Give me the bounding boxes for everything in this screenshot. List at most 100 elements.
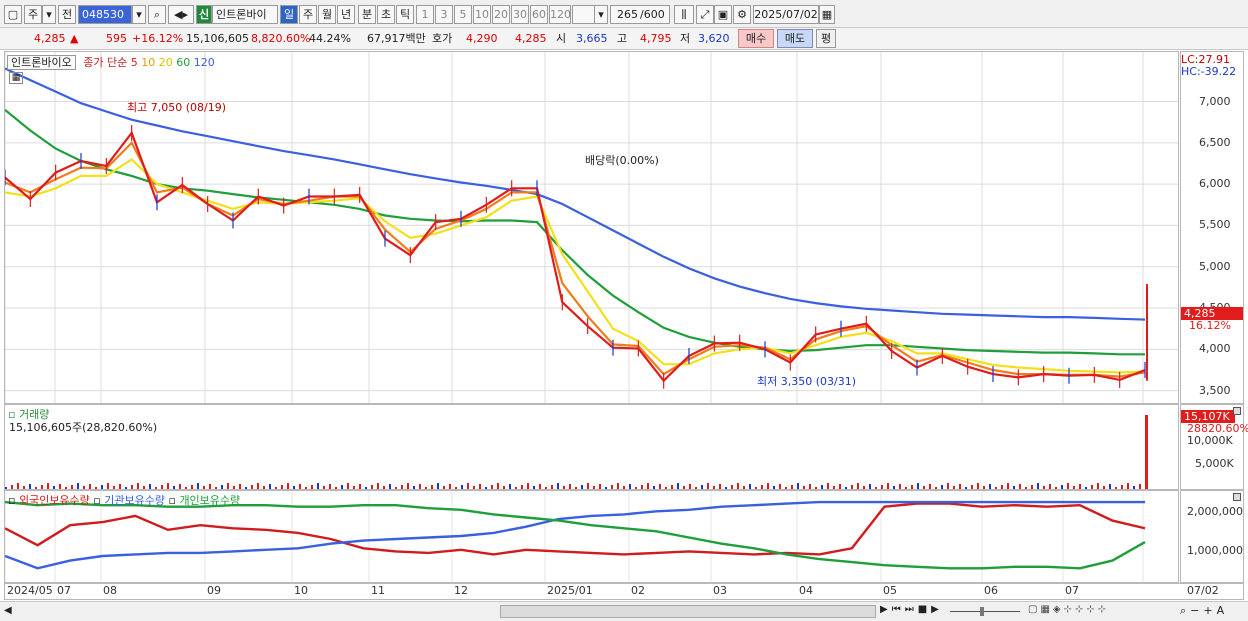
- eval-button[interactable]: 평: [816, 29, 836, 48]
- period-week[interactable]: 주: [299, 5, 317, 24]
- close-icon[interactable]: [1233, 493, 1241, 501]
- layout-icon[interactable]: ▢: [4, 5, 22, 24]
- volume-bar: [545, 487, 547, 489]
- volume-bar: [791, 485, 793, 489]
- legend-institution[interactable]: 기관보유수량: [104, 494, 165, 507]
- volume-bar: [611, 485, 613, 489]
- sell-button[interactable]: 매도: [777, 29, 813, 48]
- period-minute[interactable]: 분: [358, 5, 376, 24]
- tick-5[interactable]: 5: [454, 5, 472, 24]
- volume-bar: [455, 487, 457, 489]
- price-tick-label: 3,500: [1199, 383, 1231, 397]
- zoom-controls[interactable]: ⌕−+A: [1180, 604, 1228, 618]
- candle-icon[interactable]: ⫼: [674, 5, 694, 24]
- count-input[interactable]: 265: [610, 5, 640, 24]
- volume-pane[interactable]: ▫ 거래량 15,106,605주(28,820.60%): [4, 404, 1179, 490]
- volume-bar: [101, 485, 103, 489]
- prev-button[interactable]: 전: [58, 5, 76, 24]
- price-tick-label: 5,000: [1199, 259, 1231, 273]
- volume-bar-latest: [1145, 415, 1148, 489]
- calendar-icon[interactable]: ▦: [819, 5, 835, 24]
- volume-tick-10000k: 10,000K: [1187, 434, 1233, 447]
- volume-bar: [311, 485, 313, 489]
- volume-bar: [551, 485, 553, 489]
- volume-bar: [515, 487, 517, 489]
- period-day[interactable]: 일: [280, 5, 298, 24]
- scroll-left-icon[interactable]: ◀: [4, 605, 12, 616]
- volume-bar: [503, 486, 505, 489]
- gear-icon[interactable]: ⚙: [733, 5, 751, 24]
- price-pane[interactable]: 인트론바이오 종가 단순 5 10 20 60 120 ▦ 최고 7,050 (…: [4, 51, 1179, 404]
- playback-controls[interactable]: ▶⏮⏭■▶: [880, 604, 943, 615]
- volume-bar: [821, 485, 823, 489]
- scroll-thumb[interactable]: [500, 605, 876, 618]
- tools-icon[interactable]: ⤢: [696, 5, 714, 24]
- period-second[interactable]: 초: [377, 5, 395, 24]
- legend-individual[interactable]: 개인보유수량: [179, 494, 240, 507]
- volume-bar: [203, 486, 205, 489]
- volume-bar: [245, 487, 247, 489]
- period-month[interactable]: 월: [318, 5, 336, 24]
- zoom-track[interactable]: [950, 611, 1020, 612]
- tick-20[interactable]: 20: [492, 5, 510, 24]
- chevron-down-icon[interactable]: ▾: [132, 5, 146, 24]
- legend-foreign[interactable]: 외국인보유수량: [19, 494, 90, 507]
- volume-bar: [833, 486, 835, 489]
- price-tick-label: 5,500: [1199, 218, 1231, 232]
- legend-ma10[interactable]: 10: [141, 56, 155, 69]
- quote-bar: 4,285 ▲ 595 +16.12% 15,106,605 8,820.60%…: [0, 28, 1248, 50]
- volume-bar: [959, 484, 961, 489]
- holdings-pane[interactable]: ▫ 외국인보유수량 ▫ 기관보유수량 ▫ 개인보유수량: [4, 490, 1179, 583]
- volume-bar: [707, 483, 709, 489]
- draw-tools[interactable]: ▢▦◈⊹⊹⊹⊹: [1028, 604, 1109, 615]
- volume-bar: [1013, 486, 1015, 489]
- volume-bar: [5, 487, 7, 489]
- tick-60[interactable]: 60: [530, 5, 548, 24]
- date-input[interactable]: 2025/07/02: [753, 5, 819, 24]
- bid-price: 4,285: [515, 32, 547, 45]
- volume-bar: [647, 483, 649, 489]
- volume-bar: [731, 485, 733, 489]
- volume-bar: [383, 486, 385, 489]
- close-icon[interactable]: [1233, 407, 1241, 415]
- price-legend: 인트론바이오 종가 단순 5 10 20 60 120: [7, 54, 215, 70]
- price-tick-label: 6,000: [1199, 177, 1231, 191]
- volume-bar: [557, 483, 559, 489]
- buy-button[interactable]: 매수: [738, 29, 774, 48]
- toolbar: ▢ 주 ▾ 전 048530 ▾ ⌕ ◀▸ 신 인트론바이 일 주 월 년 분 …: [0, 0, 1248, 28]
- legend-ma120[interactable]: 120: [194, 56, 215, 69]
- tick-1[interactable]: 1: [416, 5, 434, 24]
- legend-ma20[interactable]: 20: [159, 56, 173, 69]
- tick-120[interactable]: 120: [549, 5, 571, 24]
- market-select[interactable]: 주: [24, 5, 42, 24]
- volume-bar: [161, 485, 163, 489]
- grid-icon[interactable]: ▦: [9, 72, 23, 84]
- chevron-down-icon[interactable]: ▾: [594, 5, 608, 24]
- stock-tab[interactable]: 인트론바이오: [7, 55, 76, 70]
- legend-ma5[interactable]: 5: [131, 56, 138, 69]
- volume-bar: [1133, 486, 1135, 489]
- volume-chart[interactable]: [5, 405, 1178, 489]
- code-input[interactable]: 048530: [78, 5, 132, 24]
- tick-3[interactable]: 3: [435, 5, 453, 24]
- volume-bar: [341, 485, 343, 489]
- stock-name-field[interactable]: 인트론바이: [212, 5, 278, 24]
- volume-bar: [293, 486, 295, 489]
- zoom-handle[interactable]: [980, 607, 984, 616]
- volume-bar: [563, 486, 565, 489]
- period-tick[interactable]: 틱: [396, 5, 414, 24]
- volume-bar: [365, 487, 367, 489]
- legend-ma60[interactable]: 60: [176, 56, 190, 69]
- period-year[interactable]: 년: [337, 5, 355, 24]
- volume-bar: [593, 486, 595, 489]
- volume-bar: [881, 485, 883, 489]
- tick-10[interactable]: 10: [473, 5, 491, 24]
- save-icon[interactable]: ▣: [714, 5, 732, 24]
- volume-bar: [1001, 485, 1003, 489]
- x-axis-label: 09: [207, 584, 221, 597]
- sound-icon[interactable]: ◀▸: [168, 5, 194, 24]
- chevron-down-icon[interactable]: ▾: [42, 5, 56, 24]
- search-icon[interactable]: ⌕: [148, 5, 166, 24]
- tick-30[interactable]: 30: [511, 5, 529, 24]
- volume-bar: [1043, 486, 1045, 489]
